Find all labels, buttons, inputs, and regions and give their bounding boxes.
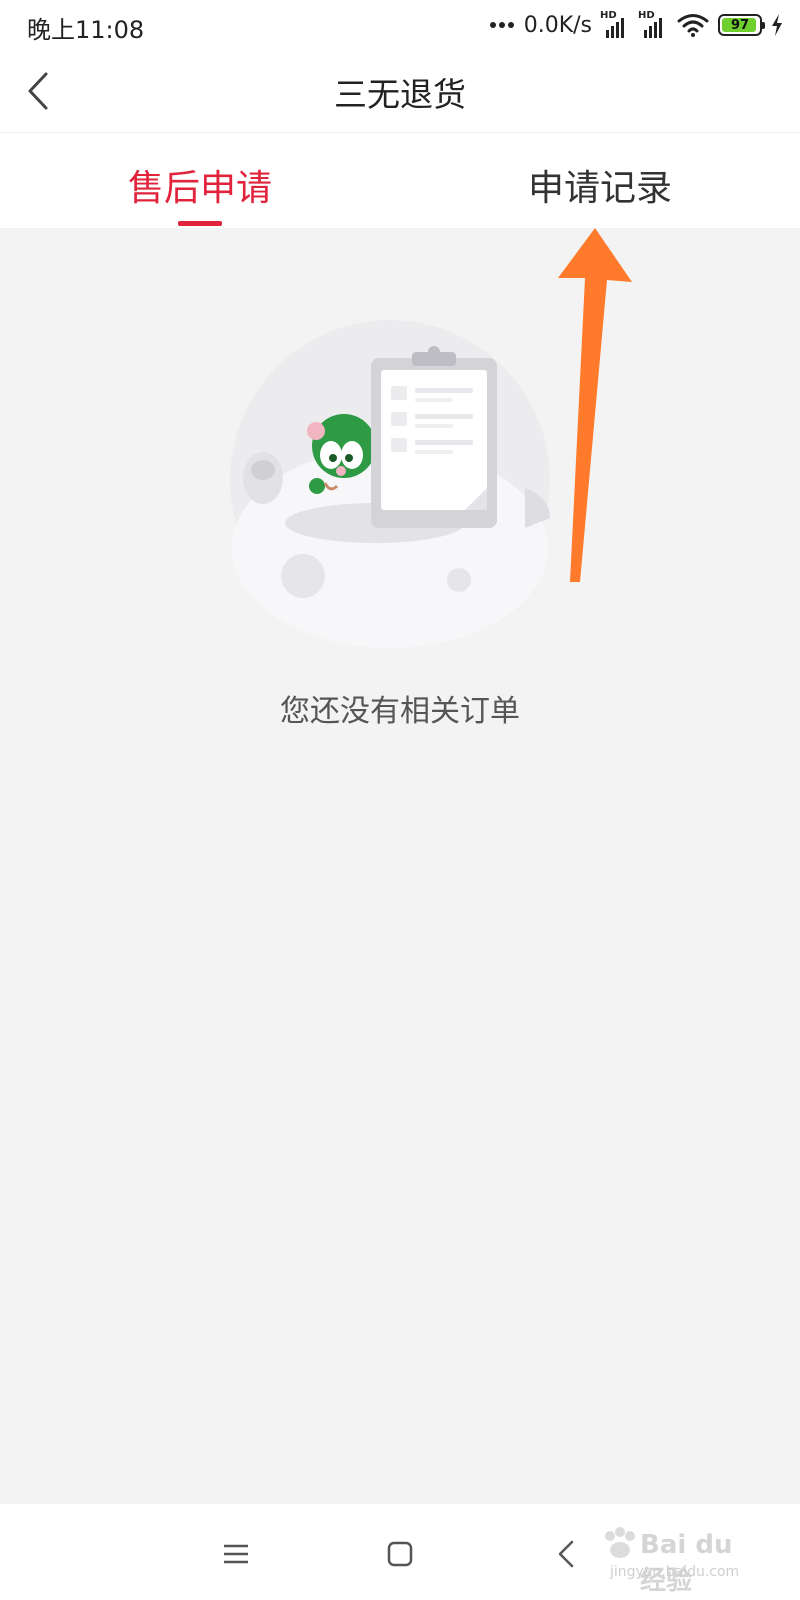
tab-after-sale-apply[interactable]: 售后申请 bbox=[0, 133, 400, 228]
menu-button[interactable] bbox=[216, 1534, 256, 1574]
empty-state-message: 您还没有相关订单 bbox=[280, 694, 520, 729]
battery-icon: 97 bbox=[718, 14, 765, 36]
status-bar: 晚上11:08 0.0K/s HD HD 97 bbox=[0, 0, 800, 50]
wifi-icon bbox=[677, 14, 709, 37]
more-dots-icon bbox=[489, 22, 514, 28]
network-speed: 0.0K/s bbox=[523, 12, 592, 38]
system-nav-bar: Bai du 经验 jingyan.baidu.com bbox=[0, 1504, 800, 1600]
watermark-site: jingyan.baidu.com bbox=[610, 1564, 740, 1580]
page-title: 三无退货 bbox=[334, 75, 466, 114]
signal-icon: HD bbox=[600, 10, 630, 38]
tab-bar: 售后申请 申请记录 bbox=[0, 132, 800, 228]
status-icons: 0.0K/s HD HD 97 bbox=[489, 10, 784, 40]
tab-apply-records[interactable]: 申请记录 bbox=[400, 133, 800, 228]
tab-label: 申请记录 bbox=[527, 168, 672, 209]
menu-icon bbox=[224, 1544, 248, 1564]
title-bar: 三无退货 bbox=[0, 50, 800, 132]
signal-icon-2: HD bbox=[638, 10, 668, 38]
active-tab-indicator bbox=[178, 221, 222, 226]
tab-label: 售后申请 bbox=[127, 168, 272, 209]
annotation-arrow-icon bbox=[558, 228, 632, 582]
back-triangle-icon bbox=[558, 1540, 574, 1568]
system-back-button[interactable] bbox=[548, 1534, 588, 1574]
watermark: Bai du 经验 jingyan.baidu.com bbox=[600, 1526, 760, 1596]
battery-level: 97 bbox=[730, 17, 750, 33]
home-button[interactable] bbox=[380, 1534, 420, 1574]
empty-state-illustration bbox=[230, 320, 550, 648]
charging-icon bbox=[772, 14, 782, 36]
baidu-paw-icon bbox=[605, 1527, 635, 1558]
home-square-icon bbox=[387, 1541, 413, 1567]
status-time: 晚上11:08 bbox=[27, 16, 145, 44]
